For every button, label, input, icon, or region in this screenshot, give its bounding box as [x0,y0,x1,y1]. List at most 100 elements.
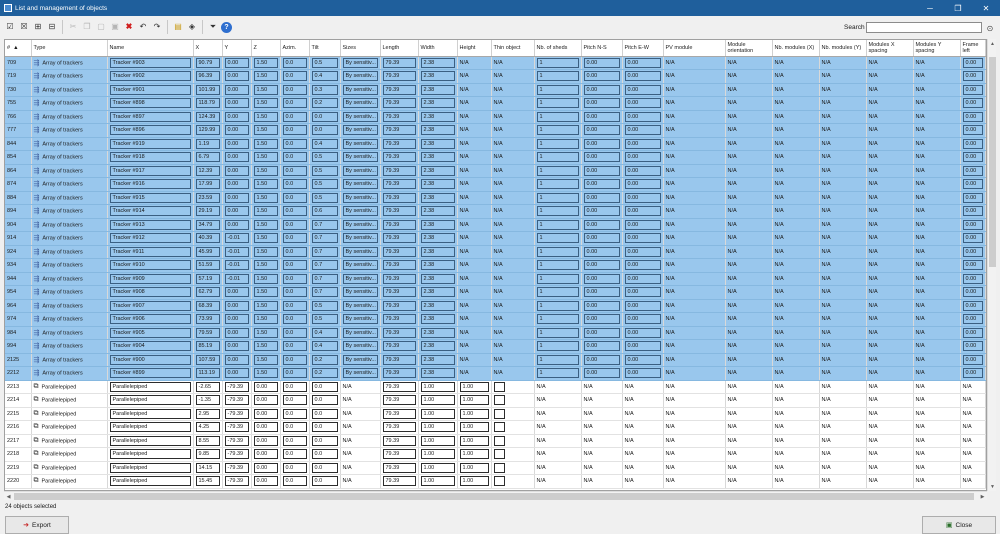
cell-input[interactable]: 0.0 [311,125,338,136]
cell-input[interactable]: 73.99 [195,314,220,325]
cell-input[interactable]: 4.25 [195,422,220,433]
cell-input[interactable]: 0.6 [311,206,338,217]
cell-input[interactable]: 79.39 [382,381,416,392]
cell-input[interactable]: 0.00 [583,125,620,136]
table-row[interactable]: 2212 ⇶ Array of trackers Tracker #899 113.19… [5,366,986,381]
cell-input[interactable]: -0.01 [224,273,249,284]
scroll-right-icon[interactable]: ▶ [978,492,987,501]
cell-input[interactable]: 1.00 [420,381,455,392]
cell-input[interactable]: 1.00 [459,422,489,433]
cell-input[interactable]: Tracker #902 [109,71,191,82]
cell-input[interactable]: 2.38 [420,287,455,298]
cell-input[interactable]: 0.7 [311,287,338,298]
cell-input[interactable]: 0.00 [583,111,620,122]
filter-icon[interactable]: ⏷ [207,21,219,33]
cell-input[interactable]: By sensitiv... [342,111,378,122]
cell-input[interactable]: 1.50 [253,206,278,217]
cell-input[interactable]: 79.39 [382,287,416,298]
cell-input[interactable]: 1.50 [253,246,278,257]
cell-input[interactable]: 0.4 [311,341,338,352]
cell-input[interactable]: 0.0 [282,287,307,298]
export-button[interactable]: ➜ Export [5,516,69,534]
cell-input[interactable]: 2.38 [420,111,455,122]
thin-object-checkbox[interactable] [493,381,505,392]
cell-input[interactable]: 0.00 [224,287,249,298]
cell-input[interactable]: 1.50 [253,287,278,298]
cell-input[interactable]: Tracker #896 [109,125,191,136]
cell-input[interactable]: By sensitiv... [342,354,378,365]
cell-input[interactable]: 0.00 [962,138,983,149]
cell-input[interactable]: 1.50 [253,273,278,284]
cell-input[interactable]: -79.39 [224,435,249,446]
cell-input[interactable]: 0.0 [282,152,307,163]
cell-input[interactable]: Tracker #904 [109,341,191,352]
column-header[interactable]: Thin object [491,40,535,57]
cell-input[interactable]: 0.00 [962,287,983,298]
cell-input[interactable]: Tracker #917 [109,165,191,176]
cell-input[interactable]: 0.00 [583,314,620,325]
cell-input[interactable]: 107.59 [195,354,220,365]
cell-input[interactable]: Tracker #899 [109,368,191,379]
cell-input[interactable]: 0.00 [224,57,249,68]
cell-input[interactable]: 0.00 [962,327,983,338]
cell-input[interactable]: 0.5 [311,165,338,176]
cell-input[interactable]: 0.00 [624,206,661,217]
cell-input[interactable]: 1.50 [253,300,278,311]
cell-input[interactable]: 0.2 [311,354,338,365]
cell-input[interactable]: 1.50 [253,125,278,136]
column-header[interactable]: Modules X spacing [866,40,914,57]
deselect-icon[interactable]: ⊟ [46,21,58,33]
cell-input[interactable]: 0.00 [583,233,620,244]
cell-input[interactable]: 6.79 [195,152,220,163]
cell-input[interactable]: 0.00 [624,327,661,338]
cell-input[interactable]: 1.00 [459,476,489,487]
cell-input[interactable]: 0.00 [224,368,249,379]
column-header[interactable]: Tilt [309,40,341,57]
cell-input[interactable]: 79.39 [382,476,416,487]
cell-input[interactable]: 1.50 [253,368,278,379]
table-row[interactable]: 2125 ⇶ Array of trackers Tracker #900 107.59… [5,353,986,367]
cell-input[interactable]: Parallelepiped [109,408,191,419]
cell-input[interactable]: 0.00 [583,192,620,203]
cell-input[interactable]: Tracker #911 [109,246,191,257]
table-row[interactable]: 2218 ⧉ Parallelepiped Parallelepiped 9.85 -79… [5,447,986,462]
cell-input[interactable]: 0.5 [311,152,338,163]
cell-input[interactable]: 0.00 [583,300,620,311]
cell-input[interactable]: 1 [536,84,579,95]
cell-input[interactable]: 0.0 [282,260,307,271]
cell-input[interactable]: 0.00 [224,138,249,149]
cell-input[interactable]: 29.19 [195,206,220,217]
cell-input[interactable]: 1 [536,125,579,136]
cell-input[interactable]: By sensitiv... [342,273,378,284]
cell-input[interactable]: 79.39 [382,192,416,203]
column-header[interactable]: PV module [663,40,726,57]
cell-input[interactable]: By sensitiv... [342,368,378,379]
cell-input[interactable]: -79.39 [224,476,249,487]
cell-input[interactable]: 0.00 [583,327,620,338]
cell-input[interactable]: By sensitiv... [342,152,378,163]
column-header[interactable]: X [193,40,223,57]
table-row[interactable]: 984 ⇶ Array of trackers Tracker #905 79.59 0.… [5,326,986,340]
cell-input[interactable]: By sensitiv... [342,84,378,95]
cell-input[interactable]: By sensitiv... [342,179,378,190]
cell-input[interactable]: 1.00 [420,435,455,446]
cell-input[interactable]: 0.3 [311,84,338,95]
cell-input[interactable]: 0.0 [311,408,338,419]
cell-input[interactable]: 79.39 [382,125,416,136]
cell-input[interactable]: 0.00 [583,71,620,82]
cell-input[interactable]: 124.39 [195,111,220,122]
cell-input[interactable]: 1 [536,354,579,365]
table-row[interactable]: 730 ⇶ Array of trackers Tracker #901 101.99 0… [5,83,986,97]
cell-input[interactable]: Tracker #916 [109,179,191,190]
cell-input[interactable]: 0.00 [224,179,249,190]
cell-input[interactable]: Tracker #897 [109,111,191,122]
cell-input[interactable]: 2.38 [420,57,455,68]
cell-input[interactable]: 2.38 [420,98,455,109]
cell-input[interactable]: 0.00 [624,179,661,190]
cell-input[interactable]: 0.00 [624,368,661,379]
cell-input[interactable]: 2.38 [420,192,455,203]
cell-input[interactable]: 1.00 [420,395,455,406]
cell-input[interactable]: 1 [536,152,579,163]
cell-input[interactable]: 101.99 [195,84,220,95]
cell-input[interactable]: 2.38 [420,125,455,136]
